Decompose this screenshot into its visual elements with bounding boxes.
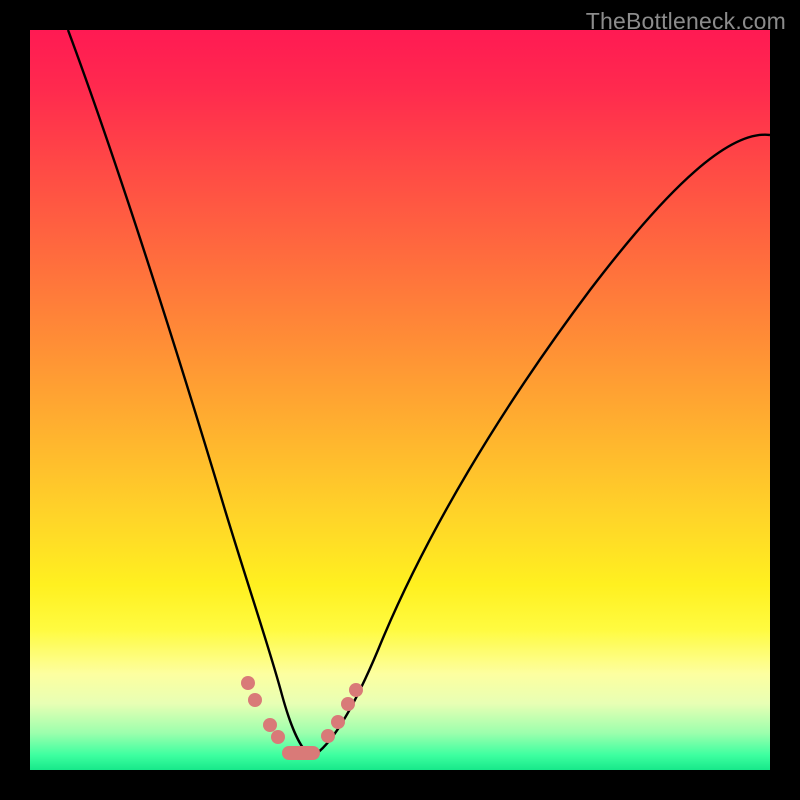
marker-dot xyxy=(349,683,363,697)
marker-dot xyxy=(263,718,277,732)
watermark-text: TheBottleneck.com xyxy=(586,8,786,35)
marker-dot xyxy=(241,676,255,690)
marker-dot xyxy=(248,693,262,707)
chart-plot-area xyxy=(30,30,770,770)
chart-svg xyxy=(30,30,770,770)
marker-dot xyxy=(321,729,335,743)
marker-dot xyxy=(341,697,355,711)
marker-bar xyxy=(282,746,320,760)
marker-dot xyxy=(331,715,345,729)
bottleneck-curve xyxy=(68,30,770,754)
chart-frame: TheBottleneck.com xyxy=(0,0,800,800)
marker-dot xyxy=(271,730,285,744)
